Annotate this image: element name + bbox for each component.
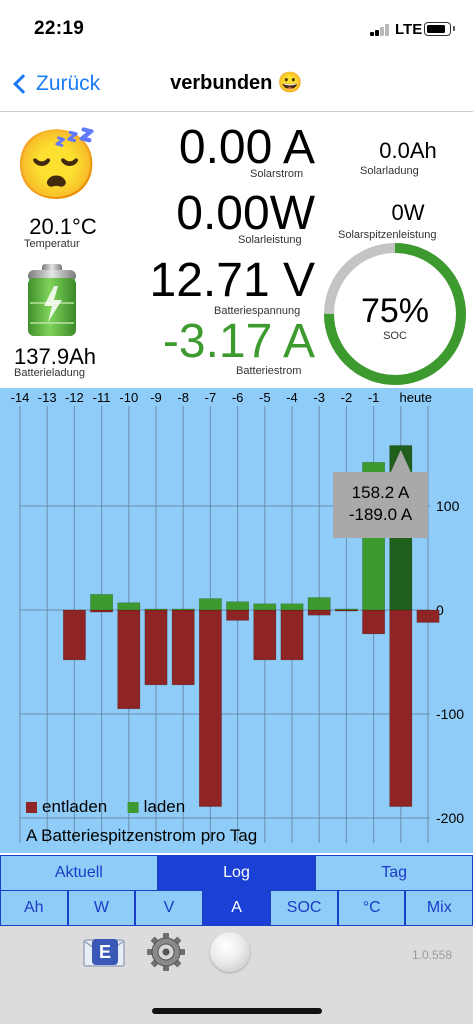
x-tick-label: -12 xyxy=(65,390,84,405)
bar-entladen--10 xyxy=(144,609,168,686)
unit-a[interactable]: A xyxy=(202,890,271,926)
bar-entladen--12 xyxy=(90,609,114,613)
settings-button[interactable] xyxy=(146,932,186,972)
battery-charging-icon xyxy=(24,262,80,342)
soc-label: SOC xyxy=(383,330,407,342)
solar-charge-label: Solarladung xyxy=(360,165,419,177)
status-bar: 22:19 LTE xyxy=(0,0,473,60)
battery-current-label: Batteriestrom xyxy=(236,365,302,377)
y-tick-label: 100 xyxy=(436,498,460,514)
period-log[interactable]: Log xyxy=(157,855,316,891)
x-tick-label: -3 xyxy=(313,390,325,405)
bar-laden--5 xyxy=(280,603,304,611)
bar-entladen--8 xyxy=(198,609,222,807)
x-tick-label: -11 xyxy=(93,390,111,405)
bar-laden--3 xyxy=(334,608,358,611)
y-tick-label: -200 xyxy=(436,810,464,826)
bar-entladen--7 xyxy=(226,609,250,621)
solar-peak-power-value: 0W xyxy=(391,200,425,225)
x-tick-label: -10 xyxy=(119,390,138,405)
x-tick-label: -7 xyxy=(205,390,217,405)
solar-peak-power-label: Solarspitzenleistung xyxy=(338,229,437,241)
legend-label-entladen: entladen xyxy=(42,797,107,816)
navigation-bar: Zurück verbunden 😀 xyxy=(0,60,473,112)
bar-entladen--6 xyxy=(253,609,277,661)
sleeping-face-icon: 😴 xyxy=(14,127,99,203)
x-tick-label: -2 xyxy=(341,390,353,405)
app-version-label: 1.0.558 xyxy=(411,948,452,962)
y-tick-label: -100 xyxy=(436,706,464,722)
bar-laden--9 xyxy=(171,608,195,611)
bar-entladen--2 xyxy=(362,609,386,635)
home-indicator xyxy=(152,1008,322,1014)
x-tick-label: heute xyxy=(399,390,432,405)
temperature-label: Temperatur xyxy=(24,238,80,250)
legend-label-laden: laden xyxy=(144,797,186,816)
bar-laden--10 xyxy=(144,608,168,611)
bar-laden--4 xyxy=(307,597,331,611)
connect-button[interactable] xyxy=(210,932,250,972)
mail-icon-letter: E xyxy=(92,939,118,965)
solar-power-value: 0.00W xyxy=(176,187,315,240)
chart-title: A Batteriespitzenstrom pro Tag xyxy=(26,826,257,845)
unit-mix[interactable]: Mix xyxy=(405,890,473,926)
x-tick-label: -13 xyxy=(38,390,57,405)
unit-ccelsius[interactable]: °C xyxy=(337,890,406,926)
bar-entladen--13 xyxy=(62,609,86,661)
tooltip-line: 158.2 A xyxy=(352,483,410,502)
period-tag[interactable]: Tag xyxy=(315,855,473,891)
unit-ah[interactable]: Ah xyxy=(0,890,68,926)
bar-entladen--1 xyxy=(389,609,413,807)
x-tick-label: -4 xyxy=(286,390,298,405)
network-label: LTE xyxy=(395,21,423,38)
unit-segmented-control: Ah W V A SOC °C Mix xyxy=(0,890,473,926)
bar-entladen--5 xyxy=(280,609,304,661)
x-tick-label: -1 xyxy=(368,390,380,405)
x-tick-label: -8 xyxy=(177,390,189,405)
period-segmented-control: Aktuell Log Tag xyxy=(0,855,473,891)
x-tick-label: -5 xyxy=(259,390,271,405)
battery-voltage-value: 12.71 V xyxy=(149,254,315,307)
unit-v[interactable]: V xyxy=(135,890,203,926)
battery-status-icon xyxy=(424,22,455,36)
bar-laden--11 xyxy=(117,602,141,611)
x-tick-label: -9 xyxy=(150,390,162,405)
bar-laden--6 xyxy=(253,603,277,611)
cell-signal-icon xyxy=(370,24,390,36)
bar-entladen-heute xyxy=(416,609,440,623)
status-time: 22:19 xyxy=(34,18,85,39)
gear-icon xyxy=(147,933,185,971)
connection-status-title: verbunden 😀 xyxy=(170,72,303,94)
temperature-value: 20.1°C xyxy=(29,214,97,239)
x-tick-label: -14 xyxy=(11,390,30,405)
solar-power-label: Solarleistung xyxy=(238,234,302,246)
solar-current-label: Solarstrom xyxy=(250,168,304,180)
solar-charge-value: 0.0Ah xyxy=(379,138,437,163)
period-aktuell[interactable]: Aktuell xyxy=(0,855,158,891)
legend-swatch-laden xyxy=(127,802,139,813)
bar-laden--8 xyxy=(198,598,222,611)
unit-w[interactable]: W xyxy=(67,890,136,926)
legend-swatch-entladen xyxy=(26,802,37,813)
tooltip-line: -189.0 A xyxy=(349,505,413,524)
unit-soc[interactable]: SOC xyxy=(270,890,338,926)
bar-laden--7 xyxy=(226,601,250,611)
solar-current-value: 0.00 A xyxy=(178,121,315,174)
bar-entladen--4 xyxy=(307,609,331,616)
bar-entladen--9 xyxy=(171,609,195,686)
battery-peak-current-chart[interactable]: 100 0 -100 -200 -14 -13 -12 -11 -10 -9 -8 -7 -6 -5 -4-… xyxy=(0,388,473,853)
battery-current-value: -3.17 A xyxy=(162,315,315,368)
bar-laden--12 xyxy=(90,594,114,611)
x-tick-label: -6 xyxy=(232,390,244,405)
bar-entladen--11 xyxy=(117,609,141,710)
soc-value: 75% xyxy=(360,292,430,330)
battery-charge-label: Batterieladung xyxy=(14,367,85,379)
mail-export-button[interactable]: E xyxy=(82,934,126,970)
